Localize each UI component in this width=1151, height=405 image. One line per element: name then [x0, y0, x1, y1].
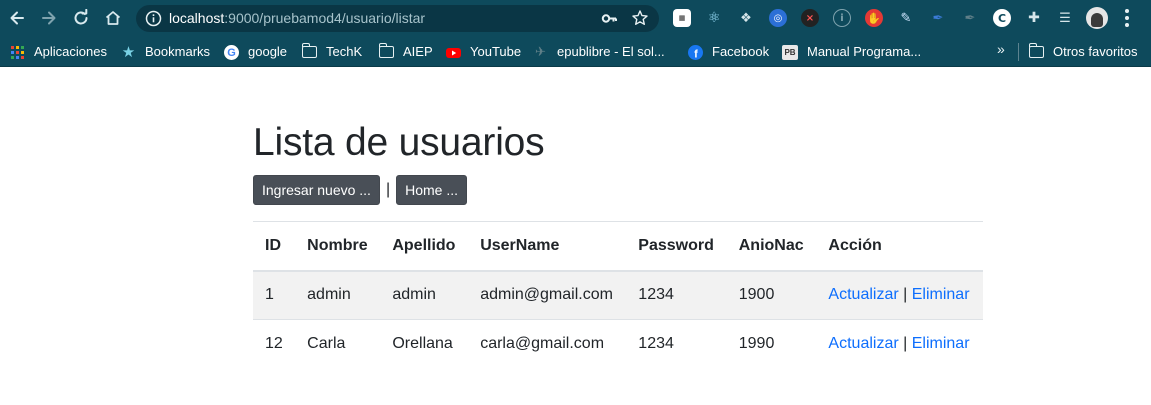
bookmarks-divider — [1018, 43, 1019, 61]
bookmark-facebook[interactable]: f Facebook — [688, 43, 769, 61]
column-header-apellido: Apellido — [380, 221, 469, 272]
back-arrow-icon[interactable] — [5, 6, 29, 30]
url-path: :9000/pruebamod4/usuario/listar — [224, 10, 426, 26]
bookmark-label: google — [248, 44, 288, 59]
action-separator: | — [903, 335, 908, 353]
key-icon[interactable] — [601, 10, 618, 27]
cell-id: 12 — [253, 319, 296, 369]
leaf-extension-icon[interactable]: ✒ — [961, 9, 979, 27]
bookmark-google[interactable]: G google — [224, 43, 287, 61]
browser-menu-icon[interactable] — [1124, 9, 1130, 27]
cell-actions: Actualizar | Eliminar — [816, 319, 983, 369]
bookmark-star-icon[interactable] — [631, 9, 649, 27]
bookmark-label: epublibre - El sol... — [557, 44, 665, 59]
cell-password: 1234 — [626, 270, 727, 320]
cell-username: carla@gmail.com — [468, 319, 627, 369]
bookmark-label: Aplicaciones — [34, 44, 107, 59]
bookmark-label: YouTube — [470, 44, 522, 59]
pen-extension-icon[interactable]: ✎ — [897, 9, 915, 27]
bookmark-label: Manual Programa... — [807, 44, 922, 59]
update-link[interactable]: Actualizar — [828, 286, 898, 303]
folder-icon — [1028, 43, 1044, 60]
url-host: localhost — [169, 10, 225, 26]
star-icon: ★ — [121, 44, 136, 61]
youtube-icon — [446, 45, 461, 60]
home-button[interactable]: Home ... — [396, 175, 468, 205]
bookmark-aplicaciones[interactable]: Aplicaciones — [10, 43, 107, 61]
cell-apellido: admin — [380, 270, 469, 320]
reload-icon[interactable] — [69, 6, 93, 30]
epublibre-icon: ✈ — [535, 44, 546, 59]
cell-username: admin@gmail.com — [468, 270, 627, 320]
home-icon[interactable] — [101, 6, 125, 30]
button-separator: | — [385, 181, 391, 198]
stop-hand-icon[interactable]: ✋ — [865, 9, 883, 27]
action-separator: | — [903, 286, 908, 304]
address-bar[interactable]: localhost:9000/pruebamod4/usuario/listar — [136, 5, 659, 32]
table-row: 12 Carla Orellana carla@gmail.com 1234 1… — [253, 319, 983, 369]
cell-nombre: admin — [295, 270, 381, 320]
url-text[interactable]: localhost:9000/pruebamod4/usuario/listar — [169, 10, 425, 27]
column-header-accion: Acción — [816, 221, 983, 272]
bookmark-manual[interactable]: PB Manual Programa... — [782, 43, 921, 61]
bookmark-techk[interactable]: TechK — [301, 43, 363, 61]
apps-grid-icon — [10, 45, 25, 60]
bookmark-otros-favoritos[interactable]: Otros favoritos — [1028, 43, 1138, 61]
bookmark-label: TechK — [326, 44, 363, 59]
facebook-icon: f — [688, 44, 703, 60]
pb-icon: PB — [782, 44, 798, 60]
action-button-row: Ingresar nuevo ... | Home ... — [253, 175, 983, 205]
cell-anionac: 1990 — [726, 319, 817, 369]
cell-id: 1 — [253, 270, 296, 320]
svg-text:f: f — [694, 48, 698, 60]
bookmark-label: Facebook — [712, 44, 770, 59]
google-icon: G — [224, 44, 239, 60]
table-row: 1 admin admin admin@gmail.com 1234 1900 … — [253, 270, 983, 320]
reading-list-icon[interactable]: ☰ — [1056, 9, 1074, 27]
profile-avatar[interactable] — [1086, 7, 1108, 29]
column-header-username: UserName — [468, 221, 627, 272]
cell-anionac: 1900 — [726, 270, 817, 320]
bookmark-epublibre[interactable]: ✈ epublibre - El sol... — [533, 43, 665, 61]
feather-extension-icon[interactable]: ✒ — [929, 9, 947, 27]
cell-password: 1234 — [626, 319, 727, 369]
update-link[interactable]: Actualizar — [828, 335, 898, 352]
site-info-icon[interactable] — [145, 10, 162, 27]
info-extension-icon[interactable]: i — [833, 9, 851, 27]
page-title: Lista de usuarios — [253, 121, 545, 164]
folder-icon — [301, 43, 317, 60]
bookmark-aiep[interactable]: AIEP — [378, 43, 433, 61]
column-header-id: ID — [253, 221, 296, 272]
puzzle-extensions-icon[interactable]: ✚ — [1025, 9, 1043, 27]
counter-extension-icon[interactable]: ▦ — [673, 9, 691, 27]
dropbox-icon[interactable]: ❖ — [737, 9, 755, 27]
c-extension-icon[interactable]: C — [993, 9, 1011, 27]
close-extension-icon[interactable]: × — [801, 9, 819, 27]
delete-link[interactable]: Eliminar — [912, 286, 970, 303]
bookmark-label: Bookmarks — [145, 44, 211, 59]
cell-apellido: Orellana — [380, 319, 469, 369]
users-table: ID Nombre Apellido UserName Password Ani… — [253, 221, 983, 369]
column-header-password: Password — [626, 221, 727, 272]
react-devtools-icon[interactable]: ⚛ — [705, 9, 723, 27]
column-header-anionac: AnioNac — [726, 221, 817, 272]
bookmark-label: Otros favoritos — [1053, 44, 1138, 59]
browser-toolbar: localhost:9000/pruebamod4/usuario/listar… — [0, 0, 1151, 37]
page-content: Lista de usuarios Ingresar nuevo ... | H… — [253, 118, 983, 369]
bookmark-label: AIEP — [403, 44, 433, 59]
bookmarks-bar: Aplicaciones ★ Bookmarks G google TechK … — [0, 37, 1151, 67]
column-header-nombre: Nombre — [295, 221, 381, 272]
cell-actions: Actualizar | Eliminar — [816, 270, 983, 320]
forward-arrow-icon[interactable] — [37, 6, 61, 30]
bookmark-youtube[interactable]: YouTube — [446, 43, 521, 61]
svg-text:G: G — [227, 47, 236, 59]
new-user-button[interactable]: Ingresar nuevo ... — [253, 175, 380, 205]
folder-icon — [378, 43, 394, 60]
circle-extension-icon[interactable]: ◎ — [769, 9, 787, 27]
bookmark-bookmarks[interactable]: ★ Bookmarks — [121, 43, 210, 61]
delete-link[interactable]: Eliminar — [912, 335, 970, 352]
cell-nombre: Carla — [295, 319, 381, 369]
table-header-row: ID Nombre Apellido UserName Password Ani… — [253, 221, 983, 272]
bookmarks-overflow-chevron-icon[interactable]: » — [997, 41, 1005, 57]
